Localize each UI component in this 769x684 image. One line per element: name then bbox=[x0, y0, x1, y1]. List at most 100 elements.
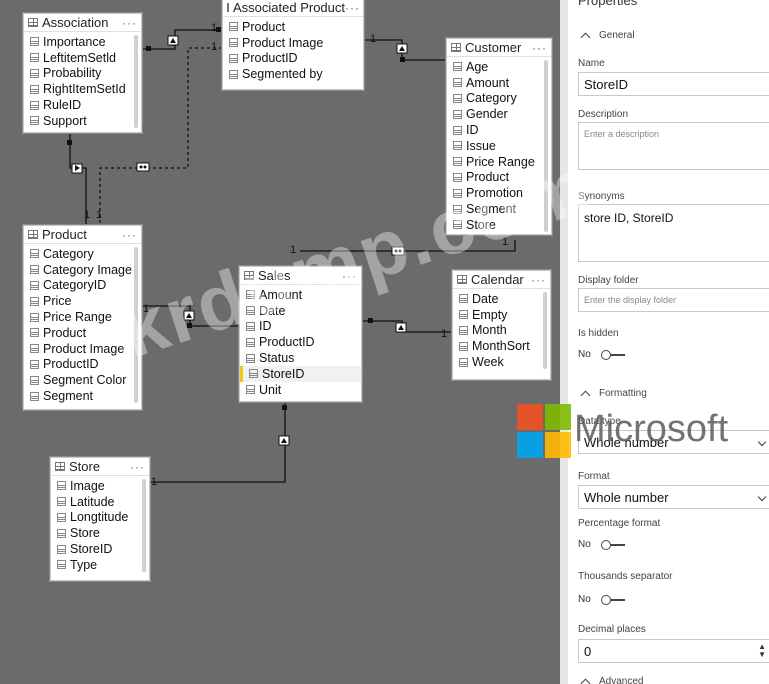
table-calendar[interactable]: Calendar ··· Date Empty Month MonthSort … bbox=[452, 270, 551, 380]
field-row[interactable]: MonthSort bbox=[459, 338, 540, 354]
field-row[interactable]: Price Range bbox=[30, 309, 131, 325]
field-row[interactable]: Type bbox=[57, 557, 139, 573]
field-row[interactable]: Category bbox=[30, 246, 131, 262]
field-icon bbox=[229, 69, 238, 79]
more-options-icon[interactable]: ··· bbox=[122, 16, 137, 30]
more-options-icon[interactable]: ··· bbox=[531, 273, 546, 287]
description-label: Description bbox=[578, 109, 629, 120]
table-header[interactable]: Store ··· bbox=[51, 458, 149, 476]
table-association[interactable]: Association ··· Importance LeftitemSetld… bbox=[23, 13, 142, 133]
field-icon bbox=[57, 560, 66, 570]
section-general[interactable]: General bbox=[578, 30, 635, 42]
section-advanced[interactable]: Advanced bbox=[578, 676, 643, 684]
field-row[interactable]: Product Image bbox=[229, 35, 353, 51]
table-store[interactable]: Store ··· Image Latitude Longtitude Stor… bbox=[50, 457, 150, 581]
table-icon bbox=[28, 230, 38, 239]
table-header[interactable]: Customer ··· bbox=[447, 39, 551, 57]
field-row[interactable]: LeftitemSetld bbox=[30, 50, 131, 66]
model-canvas[interactable]: 1 1 1 1 1 1 1 1 1 1 Association ··· Impo… bbox=[0, 0, 560, 684]
field-row[interactable]: Week bbox=[459, 354, 540, 370]
percentage-format-toggle[interactable]: No bbox=[578, 539, 625, 550]
field-name: Probability bbox=[43, 66, 102, 81]
field-row[interactable]: Product bbox=[229, 19, 353, 35]
field-row[interactable]: Gender bbox=[453, 106, 541, 122]
description-placeholder: Enter a description bbox=[584, 129, 660, 139]
field-icon bbox=[249, 369, 258, 379]
field-row[interactable]: RuleID bbox=[30, 97, 131, 113]
field-row[interactable]: Product Image bbox=[30, 341, 131, 357]
table-associated-product[interactable]: Associated Product ··· Product Product I… bbox=[222, 0, 364, 90]
more-options-icon[interactable]: ··· bbox=[130, 460, 145, 474]
table-header[interactable]: Associated Product ··· bbox=[223, 0, 363, 17]
more-options-icon[interactable]: ··· bbox=[122, 228, 137, 242]
chevron-down-icon bbox=[757, 492, 767, 502]
spinner-icon[interactable]: ▲ ▼ bbox=[758, 643, 766, 659]
field-row[interactable]: Support bbox=[30, 113, 131, 129]
field-row[interactable]: Category Image bbox=[30, 262, 132, 278]
scrollbar[interactable] bbox=[543, 292, 547, 369]
is-hidden-toggle[interactable]: No bbox=[578, 349, 625, 360]
field-row[interactable]: Issue bbox=[453, 138, 541, 154]
format-dropdown[interactable]: Whole number bbox=[578, 485, 769, 509]
input-value: 0 bbox=[584, 644, 592, 659]
field-row[interactable]: Age bbox=[453, 59, 541, 75]
field-icon bbox=[30, 100, 39, 110]
field-row[interactable]: RightItemSetId bbox=[30, 81, 131, 97]
field-row[interactable]: ProductID bbox=[229, 51, 353, 67]
more-options-icon[interactable]: ··· bbox=[345, 1, 360, 15]
table-title: Association bbox=[42, 15, 109, 30]
synonyms-input[interactable]: store ID, StoreID bbox=[578, 204, 769, 262]
scrollbar[interactable] bbox=[142, 479, 146, 572]
section-formatting[interactable]: Formatting bbox=[578, 388, 647, 400]
percentage-format-label: Percentage format bbox=[578, 518, 661, 529]
field-row[interactable]: Empty bbox=[459, 307, 540, 323]
field-row[interactable]: Latitude bbox=[57, 494, 139, 510]
field-row[interactable]: Importance bbox=[30, 34, 131, 50]
field-icon bbox=[453, 78, 462, 88]
field-row[interactable]: Segmented by bbox=[229, 66, 353, 82]
field-row[interactable]: Month bbox=[459, 323, 540, 339]
field-row[interactable]: StoreID bbox=[57, 541, 139, 557]
field-icon bbox=[453, 141, 462, 151]
name-input[interactable]: StoreID bbox=[578, 72, 769, 96]
toggle-switch-icon[interactable] bbox=[600, 349, 625, 360]
scrollbar[interactable] bbox=[134, 35, 138, 128]
field-row[interactable]: ProductID bbox=[246, 334, 351, 350]
field-row[interactable]: Segment bbox=[30, 388, 131, 404]
display-folder-input[interactable]: Enter the display folder bbox=[578, 288, 769, 312]
description-input[interactable]: Enter a description bbox=[578, 122, 769, 170]
field-row[interactable]: ID bbox=[453, 122, 541, 138]
table-header[interactable]: Product ··· bbox=[24, 226, 141, 244]
card-label: 1 bbox=[96, 209, 103, 221]
field-row[interactable]: ProductID bbox=[30, 357, 131, 373]
field-name: Amount bbox=[466, 75, 510, 90]
field-row[interactable]: Unit bbox=[246, 382, 351, 398]
field-row[interactable]: Status bbox=[246, 350, 351, 366]
field-row[interactable]: Amount bbox=[453, 75, 541, 91]
field-icon bbox=[453, 109, 462, 119]
field-icon bbox=[459, 325, 468, 335]
table-header[interactable]: Association ··· bbox=[24, 14, 141, 32]
field-row[interactable]: Image bbox=[57, 478, 139, 494]
field-row[interactable]: Longtitude bbox=[57, 510, 139, 526]
toggle-switch-icon[interactable] bbox=[600, 594, 625, 605]
field-row[interactable]: Product bbox=[30, 325, 131, 341]
field-row[interactable]: Category bbox=[453, 91, 541, 107]
field-name: StoreID bbox=[262, 366, 305, 381]
card-label: 1 bbox=[441, 328, 448, 340]
field-icon bbox=[459, 294, 468, 304]
thousands-separator-toggle[interactable]: No bbox=[578, 594, 625, 605]
field-row[interactable]: Store bbox=[57, 525, 139, 541]
field-name: Week bbox=[472, 355, 504, 370]
field-row[interactable]: Probability bbox=[30, 66, 131, 82]
decimal-places-input[interactable]: 0 ▲ ▼ bbox=[578, 639, 769, 663]
toggle-switch-icon[interactable] bbox=[600, 539, 625, 550]
field-icon bbox=[30, 296, 39, 306]
field-row-selected[interactable]: StoreID bbox=[240, 365, 361, 382]
field-icon bbox=[30, 359, 39, 369]
table-header[interactable]: Calendar ··· bbox=[453, 271, 550, 289]
field-row[interactable]: Segment Color bbox=[30, 372, 131, 388]
table-icon bbox=[457, 275, 467, 284]
more-options-icon[interactable]: ··· bbox=[532, 41, 547, 55]
field-row[interactable]: Date bbox=[459, 291, 540, 307]
